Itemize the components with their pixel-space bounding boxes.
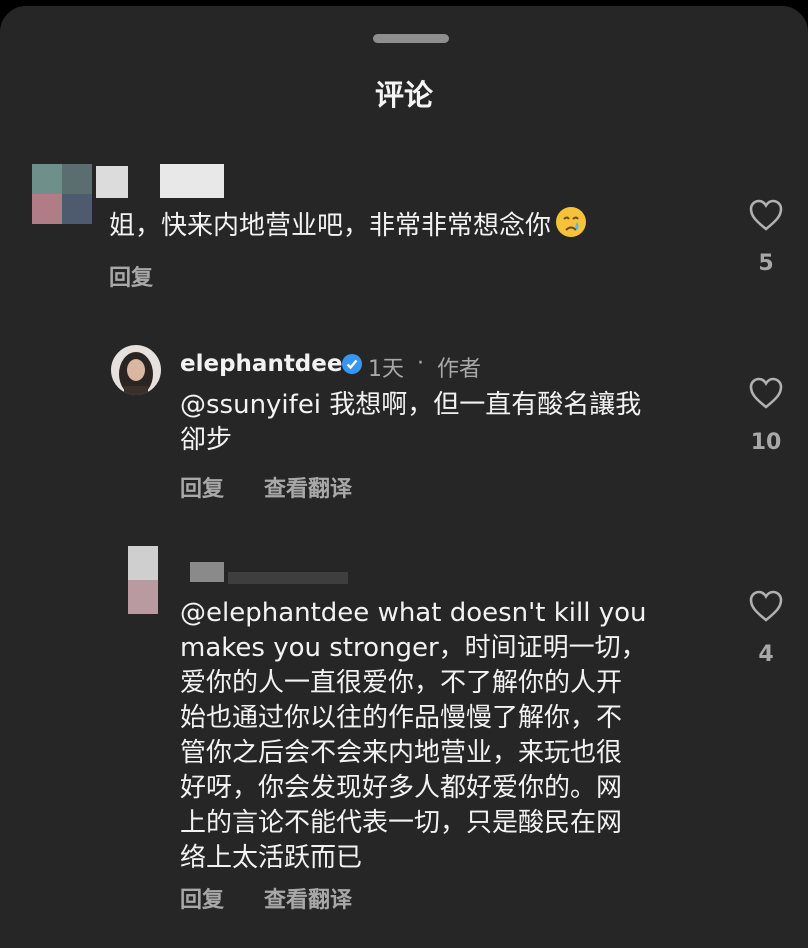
like-heart-icon[interactable] (748, 589, 784, 623)
comment-text: @ssunyifei 我想啊，但一直有酸名讓我 卻步 (180, 390, 642, 455)
like-heart-icon[interactable] (748, 198, 784, 232)
comment-text: @elephantdee what doesn't kill you makes… (180, 598, 647, 873)
like-count: 5 (758, 251, 774, 276)
drag-handle[interactable] (373, 34, 449, 43)
author-badge: 作者 (437, 357, 482, 382)
reply-button[interactable]: 回复 (109, 260, 153, 292)
avatar[interactable] (22, 156, 92, 232)
verified-badge-icon (342, 354, 362, 374)
author-avatar[interactable] (110, 344, 162, 396)
avatar[interactable] (126, 544, 162, 616)
see-translation-button[interactable]: 查看翻译 (264, 882, 352, 914)
like-count: 4 (758, 642, 774, 667)
like-heart-icon[interactable] (748, 376, 784, 410)
comments-sheet: 评论 姐，快来内地营业吧，非常非常想念你 回复 5 elephantdee 1天… (0, 6, 808, 948)
reply-button[interactable]: 回复 (180, 471, 224, 503)
sheet-title: 评论 (374, 78, 433, 112)
comment-time: 1天 (368, 357, 404, 382)
username-redacted (160, 164, 224, 198)
crying-face-icon (556, 207, 587, 237)
comment-text: 姐，快来内地营业吧，非常非常想念你 (109, 206, 587, 244)
see-translation-button[interactable]: 查看翻译 (264, 471, 352, 503)
like-count: 10 (750, 430, 782, 455)
reply-button[interactable]: 回复 (180, 882, 224, 914)
author-username[interactable]: elephantdee (180, 351, 342, 377)
meta-separator: · (417, 351, 424, 376)
username-redacted (190, 562, 224, 582)
username-redacted (96, 166, 128, 198)
username-redacted (228, 572, 348, 584)
